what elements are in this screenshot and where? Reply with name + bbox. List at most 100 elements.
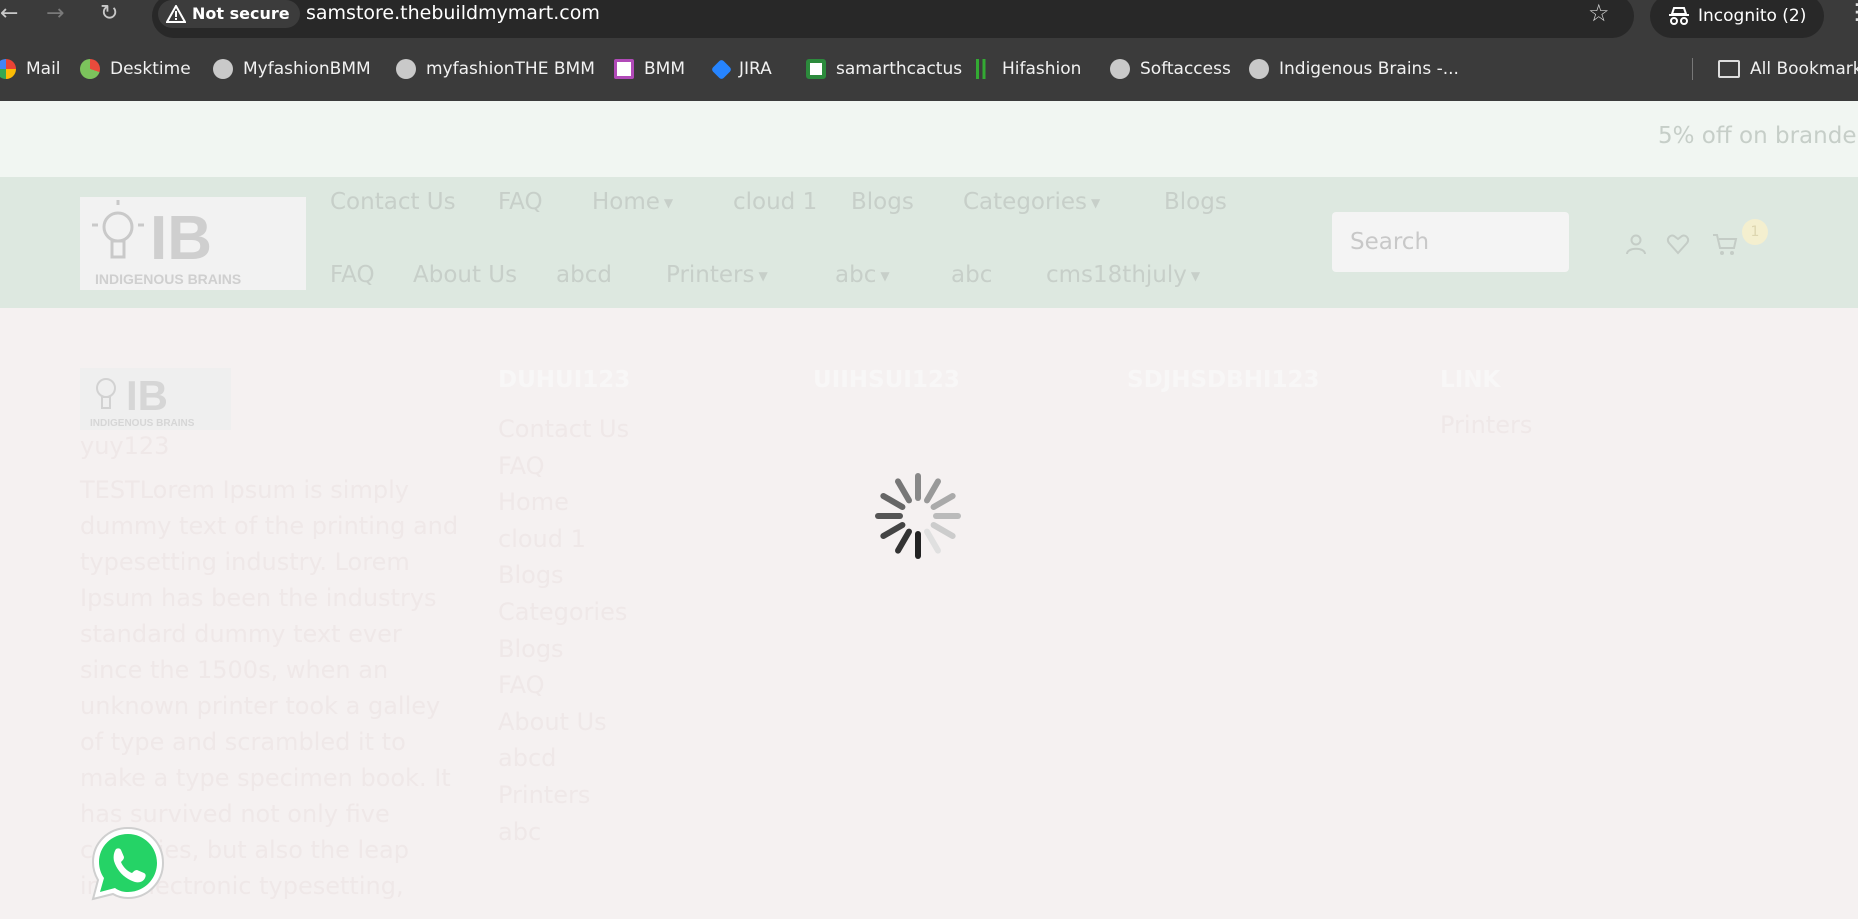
- nav-contact-us[interactable]: Contact Us: [330, 189, 456, 215]
- footer-link[interactable]: FAQ: [498, 667, 629, 704]
- nav-blogs-2[interactable]: Blogs: [1164, 189, 1227, 215]
- url-text[interactable]: samstore.thebuildmymart.com: [306, 0, 600, 28]
- spinner-spoke: [880, 522, 906, 539]
- caret-down-icon: ▼: [758, 268, 768, 283]
- search-input[interactable]: Search: [1332, 212, 1569, 272]
- cart-icon[interactable]: [1712, 232, 1738, 256]
- nav-about-us[interactable]: About Us: [413, 262, 517, 288]
- bookmark-hifashion[interactable]: Hifashion: [976, 52, 1081, 86]
- footer-logo[interactable]: IB INDIGENOUS BRAINS: [80, 368, 231, 430]
- footer-col-title-4: LINK: [1440, 367, 1501, 393]
- logo-letters: IB: [150, 204, 212, 273]
- nav-abc-2[interactable]: abc: [951, 262, 992, 288]
- spinner-spoke: [930, 522, 956, 539]
- site-logo[interactable]: IB INDIGENOUS BRAINS: [80, 197, 306, 290]
- footer-link[interactable]: About Us: [498, 704, 629, 741]
- footer-link-printers[interactable]: Printers: [1440, 411, 1532, 439]
- address-bar[interactable]: Not secure samstore.thebuildmymart.com ☆: [152, 0, 1634, 38]
- lightbulb-logo-icon: IB INDIGENOUS BRAINS: [90, 372, 195, 429]
- nav-abcd[interactable]: abcd: [556, 262, 612, 288]
- nav-cloud-1[interactable]: cloud 1: [733, 189, 817, 215]
- nav-abc[interactable]: abc ▼: [835, 262, 890, 288]
- footer-link[interactable]: Home: [498, 484, 629, 521]
- footer-col-title-2: UIIHSUI123: [813, 367, 960, 393]
- nav-home[interactable]: Home ▼: [592, 189, 673, 215]
- site-footer: IB INDIGENOUS BRAINS yuy123 TESTLorem Ip…: [0, 308, 1858, 919]
- forward-icon[interactable]: →: [46, 2, 64, 26]
- nav-cms18thjuly[interactable]: cms18thjuly ▼: [1046, 262, 1200, 288]
- caret-down-icon: ▼: [1090, 195, 1101, 210]
- menu-icon[interactable]: ⋮: [1846, 0, 1858, 26]
- bookmarks-divider: [1692, 58, 1693, 80]
- user-icon[interactable]: [1624, 232, 1648, 256]
- footer-link[interactable]: Printers: [498, 777, 629, 814]
- toolbar: ← → ↻ Not secure samstore.thebuildmymart…: [0, 0, 1858, 38]
- footer-link[interactable]: cloud 1: [498, 521, 629, 558]
- jira-icon: [710, 58, 733, 80]
- back-icon[interactable]: ←: [0, 2, 18, 26]
- globe-icon: [213, 59, 233, 79]
- all-bookmarks-button[interactable]: All Bookmark: [1718, 52, 1858, 86]
- footer-link[interactable]: abcd: [498, 740, 629, 777]
- caret-down-icon: ▼: [880, 268, 890, 283]
- spinner-spoke: [895, 478, 912, 504]
- security-label: Not secure: [192, 4, 290, 23]
- heart-icon[interactable]: [1666, 232, 1690, 256]
- bookmark-myfashionbmm[interactable]: MyfashionBMM: [213, 52, 371, 86]
- loading-spinner-icon: [875, 473, 961, 559]
- globe-icon: [1249, 59, 1269, 79]
- hifashion-icon: [976, 59, 992, 79]
- globe-icon: [1110, 59, 1130, 79]
- footer-link[interactable]: Categories: [498, 594, 629, 631]
- spinner-spoke: [924, 478, 941, 504]
- bookmark-myfashionthebmm[interactable]: myfashionTHE BMM: [396, 52, 595, 86]
- footer-link[interactable]: Blogs: [498, 557, 629, 594]
- footer-link[interactable]: Blogs: [498, 631, 629, 668]
- bookmark-samarthcactus[interactable]: samarthcactus: [806, 52, 962, 86]
- footer-link[interactable]: abc: [498, 814, 629, 851]
- caret-down-icon: ▼: [663, 195, 674, 210]
- nav-blogs[interactable]: Blogs: [851, 189, 914, 215]
- security-chip[interactable]: Not secure: [158, 0, 300, 28]
- cactus-icon: [806, 59, 826, 79]
- nav-faq[interactable]: FAQ: [498, 189, 543, 215]
- bookmarks-bar: Mail Desktime MyfashionBMM myfashionTHE …: [0, 52, 1858, 86]
- nav-categories[interactable]: Categories ▼: [963, 189, 1100, 215]
- reload-icon[interactable]: ↻: [100, 2, 118, 26]
- bookmark-desktime[interactable]: Desktime: [80, 52, 191, 86]
- globe-icon: [396, 59, 416, 79]
- whatsapp-icon[interactable]: [88, 824, 168, 904]
- caret-down-icon: ▼: [1190, 268, 1201, 283]
- bmm-icon: [614, 59, 634, 79]
- promo-text: 5% off on brande: [1658, 123, 1857, 149]
- bookmark-bmm[interactable]: BMM: [614, 52, 685, 86]
- folder-icon: [1718, 60, 1740, 78]
- spinner-spoke: [930, 493, 956, 510]
- promo-banner: 5% off on brande: [0, 101, 1858, 177]
- bookmark-star-icon[interactable]: ☆: [1588, 0, 1610, 28]
- browser-chrome: ← → ↻ Not secure samstore.thebuildmymart…: [0, 0, 1858, 101]
- incognito-button[interactable]: Incognito (2): [1650, 0, 1824, 38]
- footer-col-title-3: SDJHSDBHI123: [1127, 367, 1320, 393]
- footer-link[interactable]: Contact Us: [498, 411, 629, 448]
- site-header: IB INDIGENOUS BRAINS Contact Us FAQ Home…: [0, 177, 1858, 308]
- incognito-icon: [1669, 7, 1689, 25]
- cart-count-badge: 1: [1742, 219, 1768, 245]
- nav-faq-2[interactable]: FAQ: [330, 262, 375, 288]
- logo-tagline: INDIGENOUS BRAINS: [95, 271, 241, 287]
- footer-links-list: Contact Us FAQ Home cloud 1 Blogs Catego…: [498, 411, 629, 850]
- footer-logo-letters: IB: [126, 372, 168, 419]
- lightbulb-logo-icon: IB INDIGENOUS BRAINS: [92, 200, 241, 287]
- bookmark-indigenous-brains[interactable]: Indigenous Brains -...: [1249, 52, 1459, 86]
- google-icon: [0, 59, 16, 79]
- footer-logo-tagline: INDIGENOUS BRAINS: [90, 418, 195, 429]
- nav-printers[interactable]: Printers ▼: [666, 262, 768, 288]
- bookmark-mail[interactable]: Mail: [0, 52, 61, 86]
- bookmark-jira[interactable]: JIRA: [710, 52, 772, 86]
- bookmark-softaccess[interactable]: Softaccess: [1110, 52, 1231, 86]
- footer-col-title-1: DUHUI123: [498, 367, 631, 393]
- footer-subtitle: yuy123: [80, 432, 170, 460]
- spinner-spoke: [924, 528, 941, 554]
- footer-link[interactable]: FAQ: [498, 448, 629, 485]
- incognito-label: Incognito (2): [1698, 6, 1807, 26]
